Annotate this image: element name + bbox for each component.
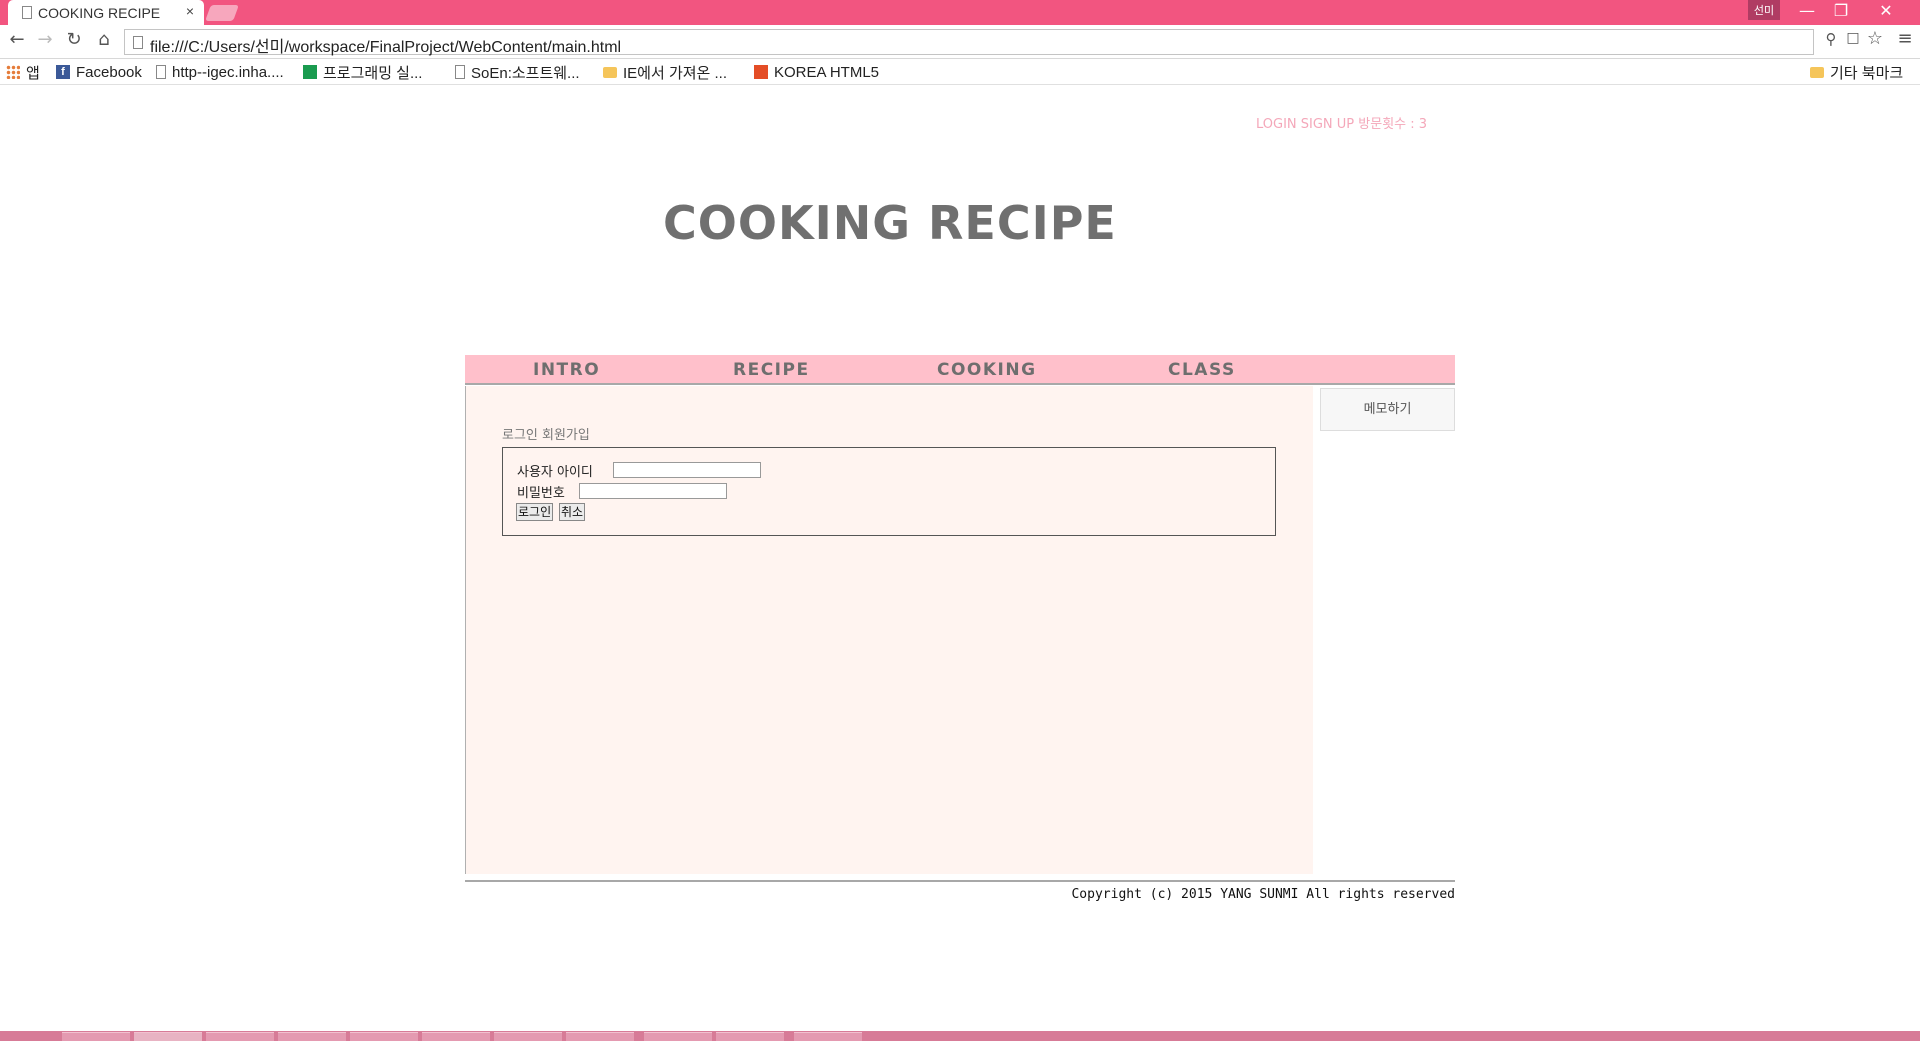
menu-item-cooking[interactable]: COOKING: [937, 360, 1037, 380]
html5-icon: [754, 65, 768, 79]
facebook-icon: f: [56, 65, 70, 79]
apps-icon: [6, 65, 20, 79]
taskbar-app[interactable]: [422, 1032, 490, 1041]
close-window-icon[interactable]: ✕: [1868, 0, 1904, 22]
bookmark-facebook[interactable]: f Facebook: [56, 62, 142, 82]
taskbar-app[interactable]: [644, 1032, 712, 1041]
menu-item-recipe[interactable]: RECIPE: [733, 360, 810, 380]
taskbar-app[interactable]: [716, 1032, 784, 1041]
copyright-text: Copyright (c) 2015 YANG SUNMI All rights…: [1071, 887, 1455, 902]
password-input[interactable]: [579, 483, 727, 499]
tab-title: COOKING RECIPE: [38, 4, 161, 21]
main-menu: INTRO RECIPE COOKING CLASS: [465, 355, 1455, 385]
forward-icon[interactable]: →: [34, 29, 56, 50]
page-icon: [22, 6, 32, 19]
tab-close-icon[interactable]: ×: [186, 3, 194, 19]
translate-icon[interactable]: □: [1842, 30, 1864, 46]
login-caption: 로그인 회원가입: [502, 428, 590, 443]
bookmark-ie-folder[interactable]: IE에서 가져온 ...: [603, 62, 727, 82]
maximize-icon[interactable]: ❐: [1823, 0, 1859, 22]
memo-button[interactable]: 메모하기: [1320, 388, 1455, 431]
taskbar-app[interactable]: [566, 1032, 634, 1041]
spreadsheet-icon: [303, 65, 317, 79]
search-icon[interactable]: ⚲: [1820, 30, 1842, 48]
taskbar-app[interactable]: [494, 1032, 562, 1041]
folder-icon: [1810, 66, 1824, 78]
user-id-label: 사용자 아이디: [517, 465, 593, 480]
bookmark-igec[interactable]: http--igec.inha....: [156, 62, 284, 82]
minimize-icon[interactable]: —: [1789, 0, 1825, 22]
url-text[interactable]: file:///C:/Users/선미/workspace/FinalProje…: [150, 33, 621, 57]
bookmark-programming[interactable]: 프로그래밍 실...: [303, 62, 422, 82]
login-form: 사용자 아이디 비밀번호 로그인 취소: [502, 447, 1276, 536]
reload-icon[interactable]: ↻: [63, 29, 85, 50]
top-links[interactable]: LOGIN SIGN UP 방문횟수 : 3: [1256, 113, 1427, 132]
taskbar-app[interactable]: [278, 1032, 346, 1041]
address-bar[interactable]: file:///C:/Users/선미/workspace/FinalProje…: [124, 29, 1814, 57]
menu-icon[interactable]: ≡: [1894, 28, 1916, 49]
bookmark-star-icon[interactable]: ☆: [1864, 28, 1886, 49]
taskbar-app[interactable]: [350, 1032, 418, 1041]
bookmark-soen[interactable]: SoEn:소프트웨...: [455, 62, 580, 82]
taskbar-app[interactable]: [794, 1032, 862, 1041]
page-icon: [133, 36, 143, 49]
profile-badge[interactable]: 선미: [1748, 0, 1780, 20]
page-icon: [455, 65, 465, 79]
menu-item-intro[interactable]: INTRO: [533, 360, 600, 380]
taskbar-app[interactable]: [206, 1032, 274, 1041]
browser-tab[interactable]: COOKING RECIPE ×: [8, 0, 204, 25]
page-icon: [156, 65, 166, 79]
footer-divider: [465, 880, 1455, 882]
browser-titlebar: COOKING RECIPE × 선미 — ❐ ✕: [0, 0, 1920, 25]
bookmark-apps[interactable]: 앱: [6, 62, 40, 82]
folder-icon: [603, 66, 617, 78]
menu-item-class[interactable]: CLASS: [1168, 360, 1236, 380]
bookmark-other[interactable]: 기타 북마크: [1810, 62, 1903, 82]
back-icon[interactable]: ←: [6, 29, 28, 50]
user-id-input[interactable]: [613, 462, 761, 478]
bookmarks-bar: 앱 f Facebook http--igec.inha.... 프로그래밍 실…: [0, 59, 1920, 85]
site-title: COOKING RECIPE: [663, 196, 1117, 250]
taskbar-app[interactable]: [62, 1032, 130, 1041]
home-icon[interactable]: ⌂: [93, 29, 115, 50]
browser-toolbar: ← → ↻ ⌂ file:///C:/Users/선미/workspace/Fi…: [0, 25, 1920, 59]
new-tab-button[interactable]: [205, 5, 239, 21]
bookmark-korea-html5[interactable]: KOREA HTML5: [754, 62, 879, 82]
password-label: 비밀번호: [517, 486, 565, 501]
login-button[interactable]: 로그인: [516, 503, 554, 521]
cancel-button[interactable]: 취소: [559, 503, 586, 521]
taskbar-app[interactable]: [134, 1032, 202, 1041]
